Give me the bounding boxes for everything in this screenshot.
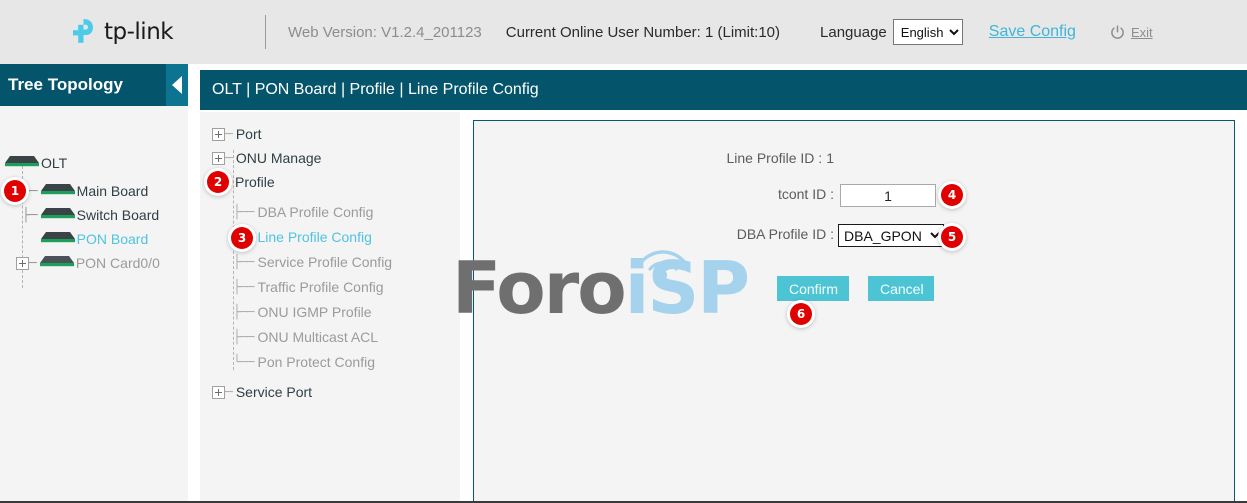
confirm-button[interactable]: Confirm [777, 276, 849, 301]
tree-node-label: PON Board [77, 231, 149, 247]
tree-node-pon-board[interactable]: PON Board [22, 228, 148, 250]
nav-item-label: Line Profile Config [257, 229, 371, 245]
language-label: Language [820, 24, 887, 41]
nav-item-onu-manage[interactable]: ─ ONU Manage [212, 147, 321, 169]
nav-branch-dash: ├── [233, 280, 253, 295]
web-version-label: Web Version: V1.2.4_201123 [288, 24, 482, 41]
tree-node-pon-card[interactable]: ─ PON Card0/0 [16, 252, 160, 274]
nav-item-label: Service Port [236, 384, 312, 400]
nav-item-profile[interactable]: Profile [231, 171, 275, 193]
nav-item-label: Pon Protect Config [257, 354, 375, 370]
nav-item-service-profile-config[interactable]: ├── Service Profile Config [233, 251, 392, 273]
power-icon [1110, 25, 1125, 40]
nav-item-dba-profile-config[interactable]: ├── DBA Profile Config [233, 201, 373, 223]
nav-item-onu-igmp-profile[interactable]: ├── ONU IGMP Profile [233, 301, 372, 323]
dba-profile-id-row: DBA Profile ID : [474, 226, 834, 242]
tree-node-switch-board[interactable]: ├─ Switch Board [22, 204, 159, 226]
nav-item-label: Service Profile Config [257, 254, 392, 270]
breadcrumb-bar: OLT | PON Board | Profile | Line Profile… [200, 70, 1247, 110]
sidebar-collapse-button[interactable] [166, 64, 188, 106]
tcont-id-label: tcont ID : [778, 186, 834, 202]
nav-item-line-profile-config[interactable]: ├── Line Profile Config [233, 226, 372, 248]
dba-profile-id-label: DBA Profile ID : [737, 226, 834, 242]
nav-branch-dash: ├── [233, 205, 253, 220]
tcont-id-row: tcont ID : [474, 186, 834, 202]
line-profile-id-label: Line Profile ID : [726, 150, 822, 166]
expand-plus-icon[interactable] [212, 152, 225, 165]
step-badge-6: 6 [790, 303, 812, 325]
dba-profile-id-select[interactable]: DBA_GPON [838, 224, 944, 247]
navtree-right-gap [460, 112, 473, 501]
content-panel: Line Profile ID : 1 tcont ID : DBA Profi… [473, 120, 1235, 503]
tree-branch-dash: ─ [29, 256, 37, 271]
tree-node-label: Switch Board [77, 207, 159, 223]
tcont-id-input[interactable] [840, 184, 936, 207]
nav-item-service-port[interactable]: ─ Service Port [212, 381, 312, 403]
nav-branch-dash: ├── [233, 255, 253, 270]
nav-item-traffic-profile-config[interactable]: ├── Traffic Profile Config [233, 276, 384, 298]
caret-left-icon [172, 76, 182, 94]
header-divider [265, 15, 266, 49]
exit-button[interactable]: Exit [1110, 25, 1153, 40]
top-header: tp-link Web Version: V1.2.4_201123 Curre… [0, 0, 1247, 64]
nav-item-label: Traffic Profile Config [257, 279, 383, 295]
tree-node-olt[interactable]: OLT [4, 152, 67, 174]
tree-node-main-board[interactable]: ├─ Main Board [22, 180, 148, 202]
exit-label: Exit [1131, 25, 1153, 40]
step-badge-4: 4 [941, 184, 963, 206]
language-select[interactable]: English [893, 19, 963, 45]
tree-topology: OLT ├─ Main Board ├─ Switch Board [0, 106, 188, 503]
nav-item-port[interactable]: ─ Port [212, 123, 262, 145]
nav-item-label: ONU Manage [236, 150, 322, 166]
tplink-logo-icon [70, 17, 100, 47]
tree-node-label: OLT [41, 155, 67, 171]
online-user-label: Current Online User Number: 1 (Limit:10) [506, 24, 780, 41]
device-icon [40, 182, 76, 201]
tree-branch-dash [22, 232, 38, 247]
nav-branch-dash: ─ [225, 385, 232, 400]
expand-plus-icon[interactable] [212, 128, 225, 141]
device-icon [40, 206, 76, 225]
line-profile-form: Line Profile ID : 1 tcont ID : DBA Profi… [474, 121, 1234, 503]
nav-branch-dash: ├── [233, 330, 253, 345]
tree-node-label: PON Card0/0 [76, 255, 160, 271]
nav-item-label: ONU Multicast ACL [257, 329, 378, 345]
nav-item-label: Profile [235, 174, 275, 190]
nav-item-label: Port [236, 126, 262, 142]
breadcrumb: OLT | PON Board | Profile | Line Profile… [200, 81, 539, 99]
brand-logo-text: tp-link [104, 19, 173, 45]
nav-item-onu-multicast-acl[interactable]: ├── ONU Multicast ACL [233, 326, 378, 348]
tree-topology-sidebar: Tree Topology OLT ├─ [0, 64, 188, 503]
device-icon [40, 230, 76, 249]
language-selector-group: Language English [820, 19, 963, 45]
line-profile-id-value: 1 [826, 150, 834, 166]
nav-branch-dash: ─ [225, 127, 232, 142]
device-icon [4, 154, 40, 173]
sidebar-title: Tree Topology [0, 75, 123, 95]
nav-branch-dash: └── [233, 355, 253, 370]
step-badge-3: 3 [231, 227, 253, 249]
tree-node-label: Main Board [77, 183, 149, 199]
step-badge-5: 5 [941, 226, 963, 248]
background-gap-left [188, 64, 200, 503]
save-config-link[interactable]: Save Config [989, 23, 1076, 41]
brand-logo[interactable]: tp-link [0, 0, 265, 64]
device-icon [39, 254, 75, 273]
nav-item-label: ONU IGMP Profile [257, 304, 371, 320]
navigation-tree: ─ Port ─ ONU Manage Profile ├── DBA Prof… [200, 112, 460, 501]
nav-branch-dash: ─ [225, 151, 232, 166]
sidebar-header: Tree Topology [0, 64, 188, 106]
cancel-button[interactable]: Cancel [868, 276, 934, 301]
nav-item-pon-protect-config[interactable]: └── Pon Protect Config [233, 351, 375, 373]
step-badge-2: 2 [207, 171, 229, 193]
nav-item-label: DBA Profile Config [257, 204, 373, 220]
nav-branch-dash: ├── [233, 305, 253, 320]
step-badge-1: 1 [4, 180, 26, 202]
expand-plus-icon[interactable] [16, 257, 29, 270]
tree-branch-dash: ├─ [22, 208, 38, 223]
expand-plus-icon[interactable] [212, 386, 225, 399]
line-profile-id-row: Line Profile ID : 1 [474, 150, 834, 166]
